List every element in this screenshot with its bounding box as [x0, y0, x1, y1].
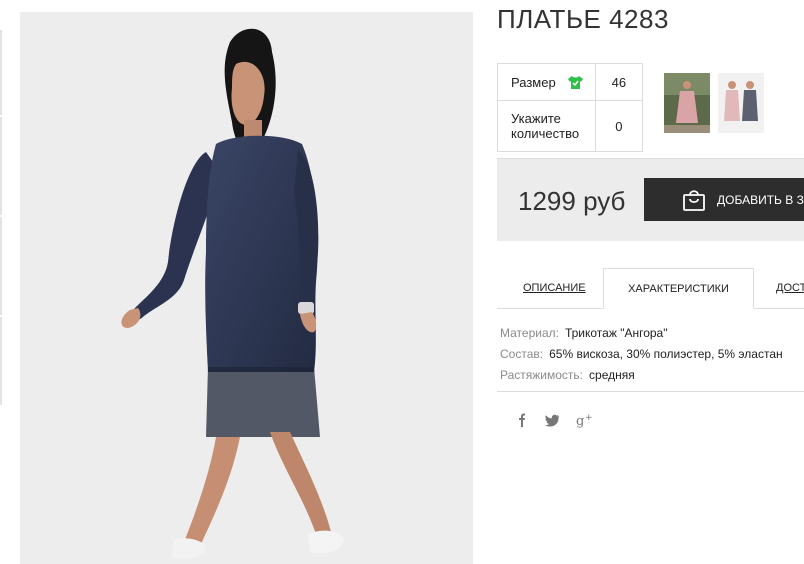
price-panel: 1299 руб ДОБАВИТЬ В ЗА	[497, 158, 804, 241]
twitter-icon[interactable]	[544, 412, 560, 428]
spec-value: 65% вискоза, 30% полиэстер, 5% эластан	[549, 347, 783, 361]
product-title: ПЛАТЬЕ 4283	[497, 4, 669, 34]
spec-row-material: Материал: Трикотаж "Ангора"	[500, 323, 783, 344]
svg-text:+: +	[585, 413, 593, 423]
spec-key: Материал:	[500, 326, 559, 340]
spec-value: Трикотаж "Ангора"	[564, 326, 668, 340]
spec-key: Состав:	[500, 347, 544, 361]
spec-row-composition: Состав: 65% вискоза, 30% полиэстер, 5% эл…	[500, 344, 783, 365]
left-edge-strip	[0, 30, 2, 405]
svg-text:g: g	[576, 414, 584, 428]
size-chart-icon[interactable]	[567, 75, 584, 90]
spec-row-stretch: Растяжимость: средняя	[500, 365, 783, 386]
size-label: Размер	[511, 75, 556, 91]
size-select[interactable]: 46	[594, 63, 644, 101]
thumbnail-1[interactable]	[664, 73, 710, 133]
size-label-cell: Размер	[497, 63, 596, 101]
tab-characteristics[interactable]: ХАРАКТЕРИСТИКИ	[603, 268, 754, 309]
quantity-label-cell: Укажите количество	[497, 100, 596, 152]
spec-key: Растяжимость:	[500, 368, 584, 382]
shopping-bag-icon	[683, 189, 705, 211]
specs-list: Материал: Трикотаж "Ангора" Состав: 65% ви…	[500, 323, 783, 386]
spec-value: средняя	[589, 368, 635, 382]
add-to-cart-button[interactable]: ДОБАВИТЬ В ЗА	[644, 178, 804, 221]
divider	[497, 391, 804, 392]
product-tabs: ОПИСАНИЕ ХАРАКТЕРИСТИКИ ДОСТ	[497, 268, 804, 309]
googleplus-icon[interactable]: g +	[576, 412, 594, 428]
options-table: Размер 46 Укажите количество 0	[497, 63, 644, 152]
product-price: 1299 руб	[518, 186, 626, 216]
product-main-image[interactable]	[20, 12, 473, 564]
thumbnail-2[interactable]	[718, 73, 764, 133]
facebook-icon[interactable]	[514, 412, 530, 428]
quantity-input[interactable]: 0	[594, 100, 644, 152]
tab-delivery[interactable]: ДОСТ	[776, 268, 804, 308]
quantity-label-line2: количество	[511, 126, 580, 141]
quantity-label-line1: Укажите	[511, 111, 561, 126]
tab-description[interactable]: ОПИСАНИЕ	[523, 268, 586, 308]
add-to-cart-label: ДОБАВИТЬ В ЗА	[717, 192, 804, 207]
